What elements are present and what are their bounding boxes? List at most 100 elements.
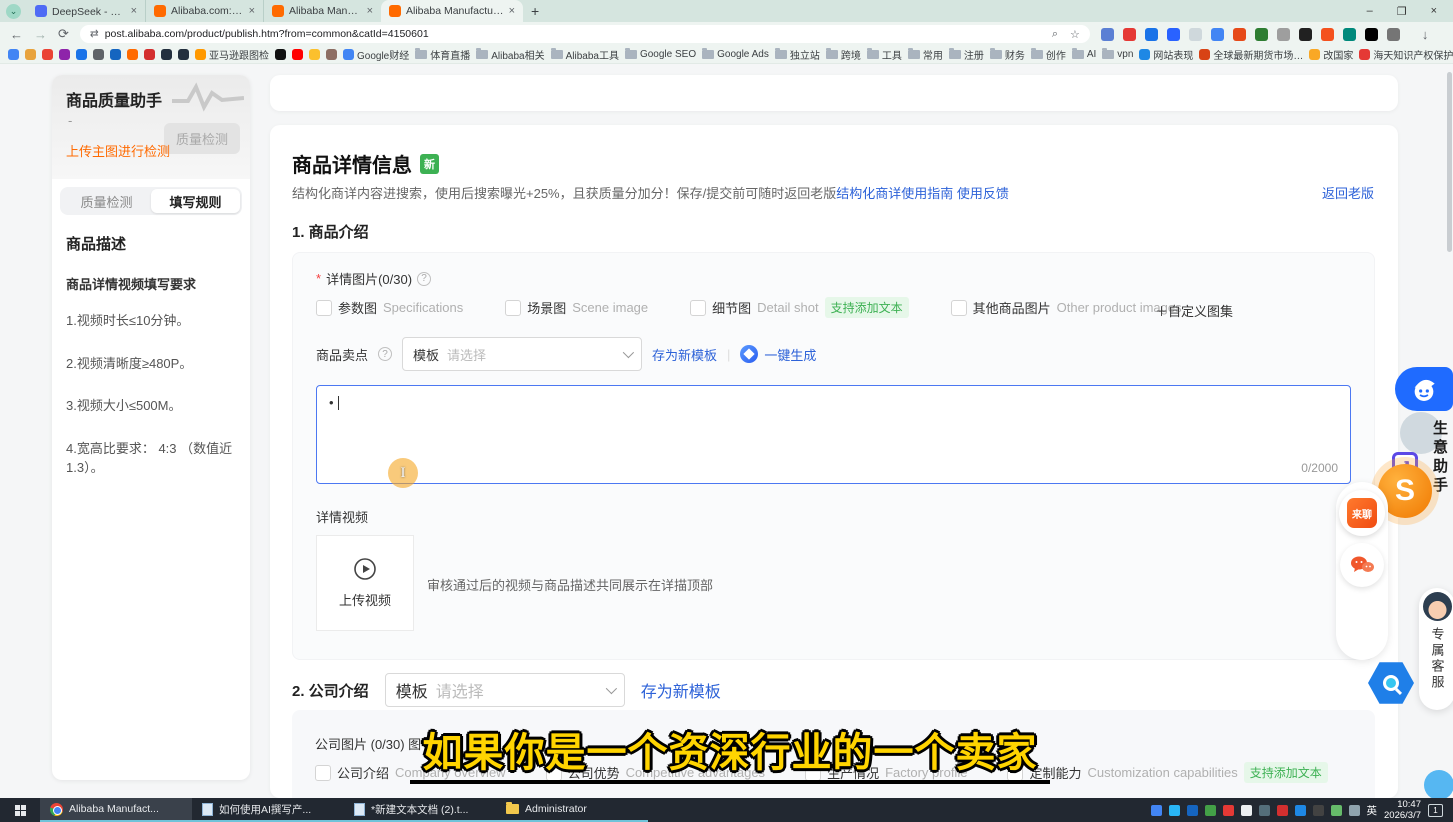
bookmark-item[interactable]: 跨境: [826, 47, 861, 62]
bookmark-item[interactable]: [25, 49, 36, 60]
bookmark-item[interactable]: Google财经: [343, 47, 409, 62]
tray-icon[interactable]: [1241, 805, 1252, 816]
extension-icon[interactable]: [1299, 28, 1312, 41]
bookmark-item[interactable]: Google Ads: [702, 49, 769, 60]
back-to-old-link[interactable]: 返回老版: [1322, 183, 1374, 202]
back-icon[interactable]: ←: [10, 27, 23, 42]
bookmark-item[interactable]: [326, 49, 337, 60]
save-template-link[interactable]: 存为新模板: [641, 678, 721, 702]
help-icon[interactable]: ?: [378, 347, 392, 361]
quality-check-button[interactable]: 质量检测: [164, 123, 240, 154]
custom-gallery-button[interactable]: ＋自定义图集: [1155, 301, 1233, 320]
business-assistant-label[interactable]: 生意助手: [1429, 420, 1450, 496]
checkbox[interactable]: [316, 300, 332, 316]
reload-icon[interactable]: ⟳: [58, 26, 69, 42]
bookmark-item[interactable]: 体育直播: [415, 47, 470, 62]
bookmark-item[interactable]: 独立站: [775, 47, 820, 62]
bookmark-item[interactable]: [292, 49, 303, 60]
checkbox[interactable]: [315, 765, 331, 781]
bookmark-item[interactable]: [59, 49, 70, 60]
start-button[interactable]: [0, 798, 40, 822]
bookmark-item[interactable]: [76, 49, 87, 60]
tray-icon[interactable]: [1313, 805, 1324, 816]
bookmark-item[interactable]: 创作: [1031, 47, 1066, 62]
bookmark-item[interactable]: 财务: [990, 47, 1025, 62]
extension-icon[interactable]: [1255, 28, 1268, 41]
hidden-widget-icon[interactable]: [1424, 770, 1453, 800]
bookmark-item[interactable]: [161, 49, 172, 60]
extension-icon[interactable]: [1211, 28, 1224, 41]
bookmark-item[interactable]: 亚马逊跟图检: [195, 47, 269, 62]
checkbox[interactable]: [690, 300, 706, 316]
bookmark-item[interactable]: 网站表现: [1139, 47, 1193, 62]
site-info-icon[interactable]: ⇄: [90, 28, 99, 40]
taskbar-app[interactable]: 如何使用AI撰写产...: [192, 798, 344, 822]
bookmark-item[interactable]: Alibaba相关: [476, 47, 544, 62]
extension-icon[interactable]: [1343, 28, 1356, 41]
forward-icon[interactable]: →: [34, 27, 47, 42]
browser-tab[interactable]: Alibaba Manufacturer Direct… ×: [381, 0, 523, 22]
bookmark-item[interactable]: AI: [1072, 49, 1096, 60]
tray-icon[interactable]: [1151, 805, 1162, 816]
customer-service-widget[interactable]: 专属客服: [1419, 588, 1453, 710]
assistant-mascot-icon[interactable]: [1395, 367, 1453, 411]
wechat-icon[interactable]: [1340, 543, 1384, 587]
save-template-link[interactable]: 存为新模板: [652, 345, 717, 364]
tab-close-icon[interactable]: ×: [367, 5, 373, 17]
feedback-link[interactable]: 使用反馈: [957, 183, 1009, 202]
notification-center-icon[interactable]: 1: [1428, 804, 1443, 817]
new-tab-button[interactable]: +: [531, 3, 539, 19]
tray-icon[interactable]: [1205, 805, 1216, 816]
window-close-button[interactable]: ×: [1431, 5, 1437, 18]
page-scrollbar[interactable]: [1447, 72, 1452, 252]
window-restore-button[interactable]: ❐: [1397, 5, 1407, 18]
upload-video-button[interactable]: 上传视频: [316, 535, 414, 631]
bookmark-item[interactable]: [8, 49, 19, 60]
browser-tab[interactable]: DeepSeek - 探索未至之境 ×: [27, 0, 145, 22]
sidebar-tab[interactable]: 填写规则: [151, 189, 240, 213]
tray-icon[interactable]: [1349, 805, 1360, 816]
bookmark-item[interactable]: 注册: [949, 47, 984, 62]
bookmark-item[interactable]: 改国家: [1309, 47, 1353, 62]
bookmark-item[interactable]: 常用: [908, 47, 943, 62]
tray-icon[interactable]: [1169, 805, 1180, 816]
help-icon[interactable]: ?: [417, 272, 431, 286]
bookmark-item[interactable]: [178, 49, 189, 60]
extension-icon[interactable]: [1387, 28, 1400, 41]
extension-icon[interactable]: [1101, 28, 1114, 41]
extension-icon[interactable]: [1167, 28, 1180, 41]
extension-icon[interactable]: [1123, 28, 1136, 41]
tray-icon[interactable]: [1259, 805, 1270, 816]
checkbox[interactable]: [505, 300, 521, 316]
extension-icon[interactable]: [1145, 28, 1158, 41]
extension-icon[interactable]: [1365, 28, 1378, 41]
extension-icon[interactable]: [1321, 28, 1334, 41]
bookmark-item[interactable]: [309, 49, 320, 60]
company-template-select[interactable]: 模板 请选择: [385, 673, 625, 707]
taskbar-app[interactable]: Administrator: [496, 798, 648, 822]
one-click-generate-button[interactable]: 一键生成: [740, 345, 816, 364]
browser-tab[interactable]: Alibaba.com: Manufacturers… ×: [145, 0, 263, 22]
bookmark-item[interactable]: [93, 49, 104, 60]
guide-link[interactable]: 结构化商详使用指南: [836, 183, 953, 202]
taskbar-clock[interactable]: 10:47 2026/3/7: [1384, 799, 1421, 822]
bookmark-item[interactable]: [275, 49, 286, 60]
bookmark-item[interactable]: Google SEO: [625, 49, 696, 60]
extension-icon[interactable]: [1189, 28, 1202, 41]
taskbar-app[interactable]: Alibaba Manufact...: [40, 798, 192, 822]
tray-icon[interactable]: [1187, 805, 1198, 816]
input-language-indicator[interactable]: 英: [1367, 803, 1378, 818]
tray-icon[interactable]: [1295, 805, 1306, 816]
tray-icon[interactable]: [1277, 805, 1288, 816]
bookmark-item[interactable]: [144, 49, 155, 60]
upload-main-image-link[interactable]: 上传主图进行检测: [66, 141, 170, 160]
bookmark-item[interactable]: [110, 49, 121, 60]
bookmark-item[interactable]: 工具: [867, 47, 902, 62]
url-bar[interactable]: ⇄ post.alibaba.com/product/publish.htm?f…: [80, 25, 1090, 43]
extension-icon[interactable]: [1233, 28, 1246, 41]
tab-close-icon[interactable]: ×: [131, 5, 137, 17]
laliao-chat-icon[interactable]: 来聊: [1339, 490, 1385, 536]
sellpoint-template-select[interactable]: 模板 请选择: [402, 337, 642, 371]
browser-tab[interactable]: Alibaba Manufacturer Direct… ×: [263, 0, 381, 22]
extension-icon[interactable]: [1277, 28, 1290, 41]
